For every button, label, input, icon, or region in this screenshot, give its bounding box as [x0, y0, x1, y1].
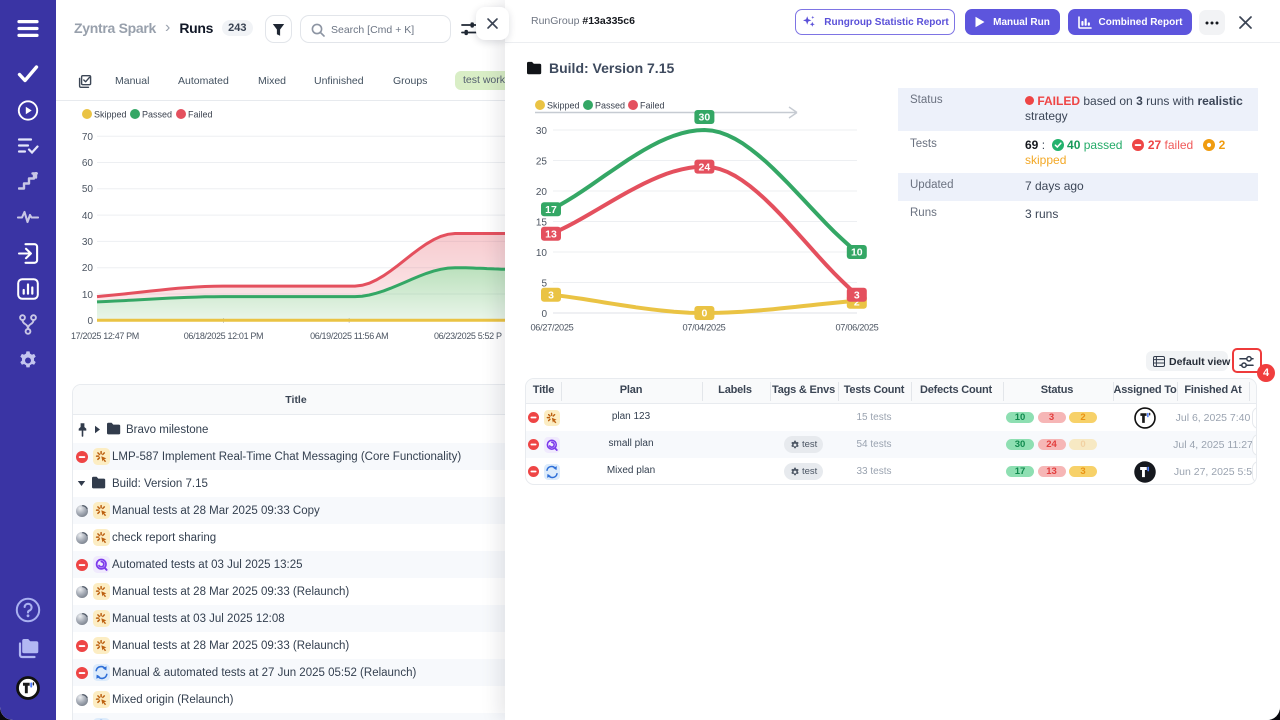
svg-text:06/19/2025 11:56 AM: 06/19/2025 11:56 AM	[310, 331, 388, 341]
svg-text:30: 30	[82, 237, 94, 248]
svg-text:06/23/2025 5:52 P: 06/23/2025 5:52 P	[434, 331, 502, 341]
svg-text:06/27/2025: 06/27/2025	[531, 323, 574, 333]
svg-text:20: 20	[82, 263, 94, 274]
svg-text:60: 60	[82, 158, 94, 169]
svg-text:07/04/2025: 07/04/2025	[683, 323, 726, 333]
svg-text:17: 17	[545, 204, 557, 216]
svg-text:07/06/2025: 07/06/2025	[836, 323, 879, 333]
svg-text:13: 13	[545, 228, 557, 240]
svg-text:50: 50	[82, 184, 94, 195]
svg-text:3: 3	[854, 289, 860, 301]
svg-text:30: 30	[699, 112, 711, 124]
svg-text:24: 24	[699, 161, 711, 173]
svg-text:0: 0	[87, 316, 93, 327]
svg-text:Skipped: Skipped	[547, 100, 580, 110]
svg-text:Failed: Failed	[640, 100, 665, 110]
svg-text:0: 0	[701, 308, 707, 320]
svg-text:Passed: Passed	[595, 100, 625, 110]
svg-text:70: 70	[82, 132, 94, 143]
svg-text:10: 10	[536, 248, 548, 259]
svg-text:17/2025 12:47 PM: 17/2025 12:47 PM	[71, 331, 139, 341]
svg-text:40: 40	[82, 211, 94, 222]
svg-text:10: 10	[82, 290, 94, 301]
svg-text:3: 3	[548, 289, 554, 301]
svg-text:0: 0	[541, 309, 547, 320]
svg-text:06/18/2025 12:01 PM: 06/18/2025 12:01 PM	[184, 331, 263, 341]
svg-text:10: 10	[851, 247, 863, 259]
svg-text:20: 20	[536, 187, 548, 198]
svg-text:30: 30	[536, 126, 548, 137]
svg-text:25: 25	[536, 157, 548, 168]
